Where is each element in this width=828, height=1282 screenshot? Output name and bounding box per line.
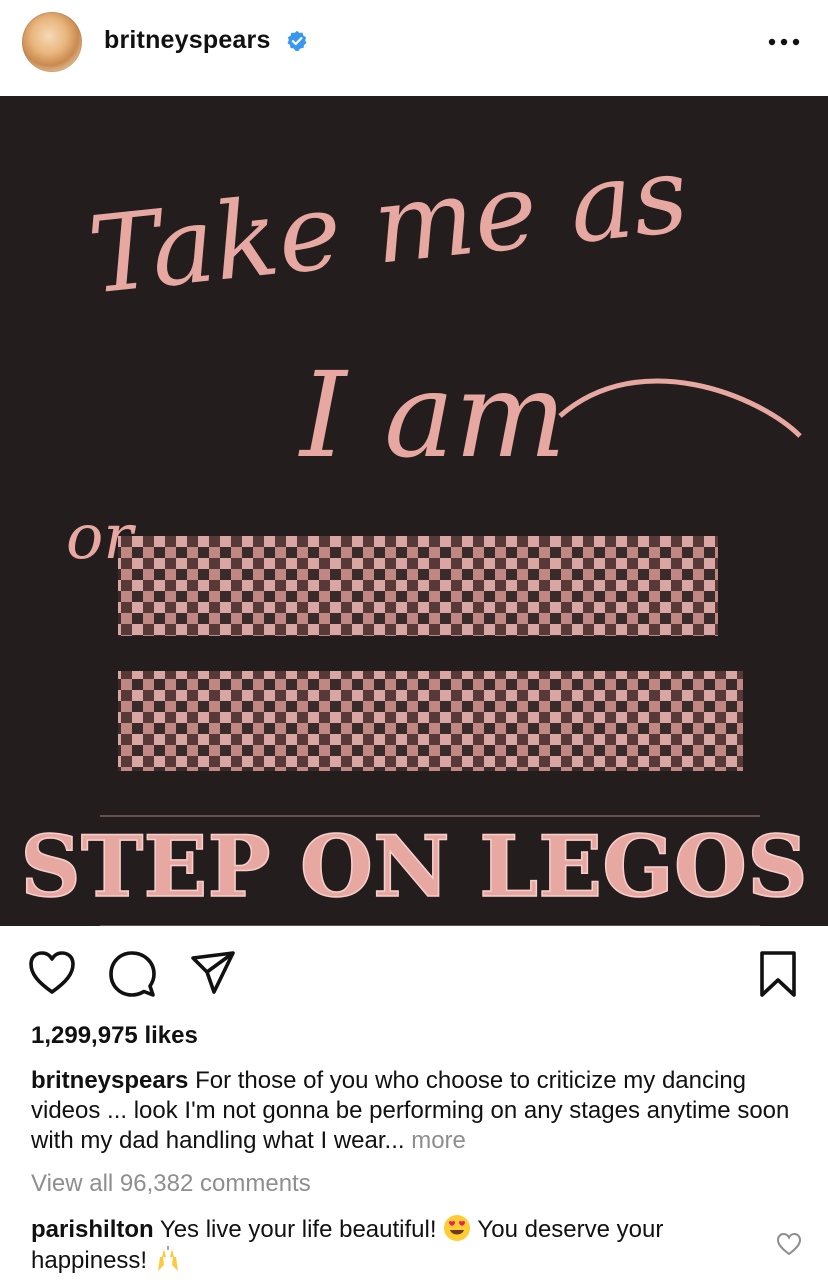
share-icon[interactable]	[190, 950, 236, 996]
comment-username[interactable]: parishilton	[31, 1216, 154, 1243]
post-actions	[0, 940, 828, 1010]
heart-icon[interactable]	[28, 950, 76, 996]
heart-eyes-emoji-icon	[444, 1215, 471, 1241]
verified-badge-icon	[287, 30, 307, 51]
likes-count[interactable]: 1,299,975 likes	[31, 1022, 198, 1050]
caption-username[interactable]: britneyspears	[31, 1067, 188, 1094]
post-header: britneyspears	[0, 0, 828, 96]
post-username[interactable]: britneyspears	[104, 26, 271, 55]
comment-like-heart-icon[interactable]	[776, 1232, 802, 1256]
avatar[interactable]	[22, 12, 82, 72]
more-horizontal-icon[interactable]	[764, 28, 804, 56]
bookmark-icon[interactable]	[758, 950, 798, 998]
comment: parishilton Yes live your life beautiful…	[31, 1214, 751, 1276]
image-line-4: STEP ON LEGOS	[20, 817, 807, 916]
caption-more-link[interactable]: more	[411, 1127, 466, 1154]
comment-text-1: Yes live your life beautiful!	[159, 1216, 437, 1243]
view-all-comments-link[interactable]: View all 96,382 comments	[31, 1170, 311, 1198]
comment-icon[interactable]	[108, 950, 156, 998]
caption: britneyspears For those of you who choos…	[31, 1066, 791, 1156]
raising-hands-emoji-icon	[157, 1246, 178, 1271]
image-line-2: I am	[298, 346, 566, 484]
post-image[interactable]: Take me as I am or STEP ON LEGOS	[0, 96, 828, 926]
